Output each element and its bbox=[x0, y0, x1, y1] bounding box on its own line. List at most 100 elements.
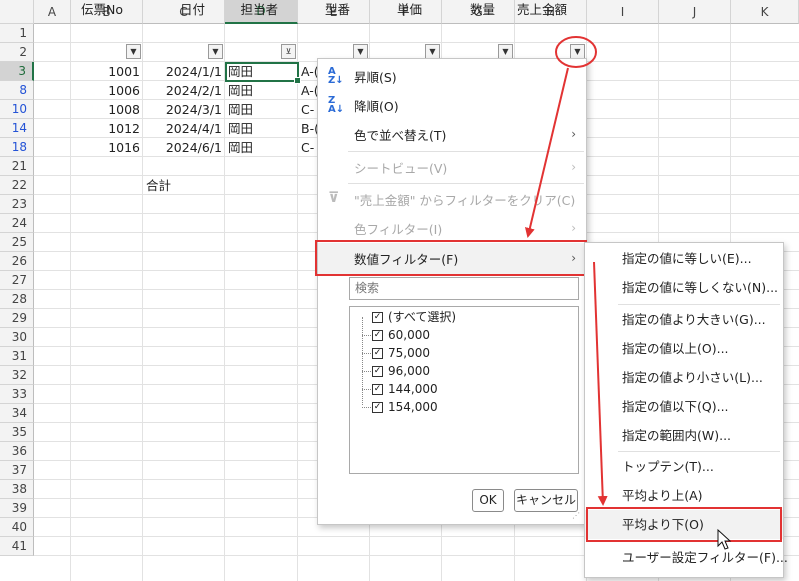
row-header[interactable]: 32 bbox=[0, 366, 34, 385]
chevron-right-icon: › bbox=[571, 160, 576, 174]
sort-asc-icon: A Z↓ bbox=[328, 66, 344, 86]
row-header[interactable]: 34 bbox=[0, 404, 34, 423]
row-header[interactable]: 31 bbox=[0, 347, 34, 366]
filter-dropdown-icon[interactable]: ▼ bbox=[425, 44, 440, 59]
row-header[interactable]: 37 bbox=[0, 461, 34, 480]
column-header-k[interactable]: K bbox=[731, 0, 799, 24]
row-header[interactable]: 40 bbox=[0, 518, 34, 537]
total-label[interactable]: 合計 bbox=[143, 176, 225, 195]
row-header[interactable]: 23 bbox=[0, 195, 34, 214]
row-header[interactable]: 38 bbox=[0, 480, 34, 499]
cell-slip-no[interactable]: 1001 bbox=[71, 62, 143, 81]
cell-person[interactable]: 岡田 bbox=[225, 81, 298, 100]
cell-date[interactable]: 2024/6/1 bbox=[143, 138, 225, 157]
header-cell-sales: 売上金額 bbox=[516, 2, 567, 17]
cell-date[interactable]: 2024/2/1 bbox=[143, 81, 225, 100]
cell-date[interactable]: 2024/3/1 bbox=[143, 100, 225, 119]
row-header[interactable]: 18 bbox=[0, 138, 34, 157]
tree-line bbox=[362, 335, 371, 336]
ok-button[interactable]: OK bbox=[472, 489, 504, 512]
filter-active-icon[interactable]: ⊻ bbox=[281, 44, 296, 59]
cell-slip-no[interactable]: 1006 bbox=[71, 81, 143, 100]
checkbox-checked-icon[interactable]: ✓ bbox=[372, 365, 383, 377]
row-header[interactable]: 2 bbox=[0, 43, 34, 62]
list-item[interactable]: ✓ 60,000 bbox=[372, 326, 430, 344]
row-header[interactable]: 35 bbox=[0, 423, 34, 442]
row-header[interactable]: 27 bbox=[0, 271, 34, 290]
filter-dropdown-icon[interactable]: ▼ bbox=[353, 44, 368, 59]
select-all-corner[interactable] bbox=[0, 0, 34, 24]
active-cell-selection bbox=[225, 62, 301, 84]
row-header[interactable]: 39 bbox=[0, 499, 34, 518]
header-cell-person: 担当者 bbox=[240, 2, 278, 17]
submenu-item-less-than[interactable]: 指定の値より小さい(L)... bbox=[585, 363, 783, 392]
checkbox-checked-icon[interactable]: ✓ bbox=[372, 383, 383, 395]
cell-model[interactable]: A-( bbox=[298, 81, 318, 100]
row-header[interactable]: 41 bbox=[0, 537, 34, 556]
menu-item-sort-by-color[interactable]: 色で並べ替え(T) › bbox=[318, 120, 586, 148]
checkbox-checked-icon[interactable]: ✓ bbox=[372, 401, 383, 413]
list-item-label: (すべて選択) bbox=[388, 310, 457, 324]
menu-item-sort-asc[interactable]: A Z↓ 昇順(S) bbox=[318, 62, 586, 90]
cell-slip-no[interactable]: 1008 bbox=[71, 100, 143, 119]
submenu-item-greater-or-equal[interactable]: 指定の値以上(O)... bbox=[585, 334, 783, 363]
cell-person[interactable]: 岡田 bbox=[225, 138, 298, 157]
cell-model[interactable]: C- bbox=[298, 138, 318, 157]
cell-model[interactable]: A-( bbox=[298, 62, 318, 81]
cell-date[interactable]: 2024/4/1 bbox=[143, 119, 225, 138]
list-item-select-all[interactable]: ✓ (すべて選択) bbox=[372, 308, 456, 326]
row-header[interactable]: 22 bbox=[0, 176, 34, 195]
row-header[interactable]: 3 bbox=[0, 62, 34, 81]
cell-person[interactable]: 岡田 bbox=[225, 119, 298, 138]
menu-item-sort-desc[interactable]: Z A↓ 降順(O) bbox=[318, 91, 586, 119]
column-header-i[interactable]: I bbox=[587, 0, 659, 24]
cell-slip-no[interactable]: 1016 bbox=[71, 138, 143, 157]
checkbox-checked-icon[interactable]: ✓ bbox=[372, 329, 383, 341]
checkbox-checked-icon[interactable]: ✓ bbox=[372, 347, 383, 359]
cell-date[interactable]: 2024/1/1 bbox=[143, 62, 225, 81]
submenu-item-custom-filter[interactable]: ユーザー設定フィルター(F)... bbox=[585, 543, 788, 572]
cell-model[interactable]: B-( bbox=[298, 119, 318, 138]
cell-slip-no[interactable]: 1012 bbox=[71, 119, 143, 138]
tree-line bbox=[362, 389, 371, 390]
list-item[interactable]: ✓ 75,000 bbox=[372, 344, 430, 362]
row-header[interactable]: 24 bbox=[0, 214, 34, 233]
row-header[interactable]: 29 bbox=[0, 309, 34, 328]
filter-dropdown-icon[interactable]: ▼ bbox=[208, 44, 223, 59]
row-header[interactable]: 1 bbox=[0, 24, 34, 43]
filter-dropdown-icon[interactable]: ▼ bbox=[498, 44, 513, 59]
tree-line bbox=[362, 371, 371, 372]
row-header[interactable]: 14 bbox=[0, 119, 34, 138]
submenu-item-above-average[interactable]: 平均より上(A) bbox=[585, 481, 783, 510]
filter-dropdown-icon[interactable]: ▼ bbox=[126, 44, 141, 59]
row-header[interactable]: 25 bbox=[0, 233, 34, 252]
cancel-button[interactable]: キャンセル bbox=[514, 489, 578, 512]
cell-model[interactable]: C- bbox=[298, 100, 318, 119]
column-header-j[interactable]: J bbox=[659, 0, 731, 24]
list-item[interactable]: ✓ 154,000 bbox=[372, 398, 438, 416]
row-header[interactable]: 8 bbox=[0, 81, 34, 100]
submenu-item-equals[interactable]: 指定の値に等しい(E)... bbox=[585, 244, 783, 273]
row-header[interactable]: 28 bbox=[0, 290, 34, 309]
resize-grip-icon[interactable]: ⋰ bbox=[572, 511, 580, 520]
row-header[interactable]: 10 bbox=[0, 100, 34, 119]
submenu-item-top-ten[interactable]: トップテン(T)... bbox=[585, 452, 783, 481]
list-item[interactable]: ✓ 96,000 bbox=[372, 362, 430, 380]
filter-values-list[interactable]: ✓ (すべて選択) ✓ 60,000 ✓ 75,000 ✓ 96,000 ✓ 1… bbox=[349, 306, 579, 474]
submenu-item-less-or-equal[interactable]: 指定の値以下(Q)... bbox=[585, 392, 783, 421]
row-header[interactable]: 30 bbox=[0, 328, 34, 347]
row-header[interactable]: 26 bbox=[0, 252, 34, 271]
cell-person[interactable]: 岡田 bbox=[225, 100, 298, 119]
row-header[interactable]: 36 bbox=[0, 442, 34, 461]
chevron-right-icon: › bbox=[571, 127, 576, 141]
checkbox-checked-icon[interactable]: ✓ bbox=[372, 311, 383, 323]
submenu-item-between[interactable]: 指定の範囲内(W)... bbox=[585, 421, 783, 450]
submenu-item-not-equals[interactable]: 指定の値に等しくない(N)... bbox=[585, 273, 783, 302]
column-header-a[interactable]: A bbox=[34, 0, 71, 24]
row-header[interactable]: 33 bbox=[0, 385, 34, 404]
filter-dropdown-icon[interactable]: ▼ bbox=[570, 44, 585, 59]
row-header[interactable]: 21 bbox=[0, 157, 34, 176]
submenu-item-greater-than[interactable]: 指定の値より大きい(G)... bbox=[585, 305, 783, 334]
filter-search-input[interactable]: 検索 bbox=[349, 277, 579, 300]
list-item[interactable]: ✓ 144,000 bbox=[372, 380, 438, 398]
